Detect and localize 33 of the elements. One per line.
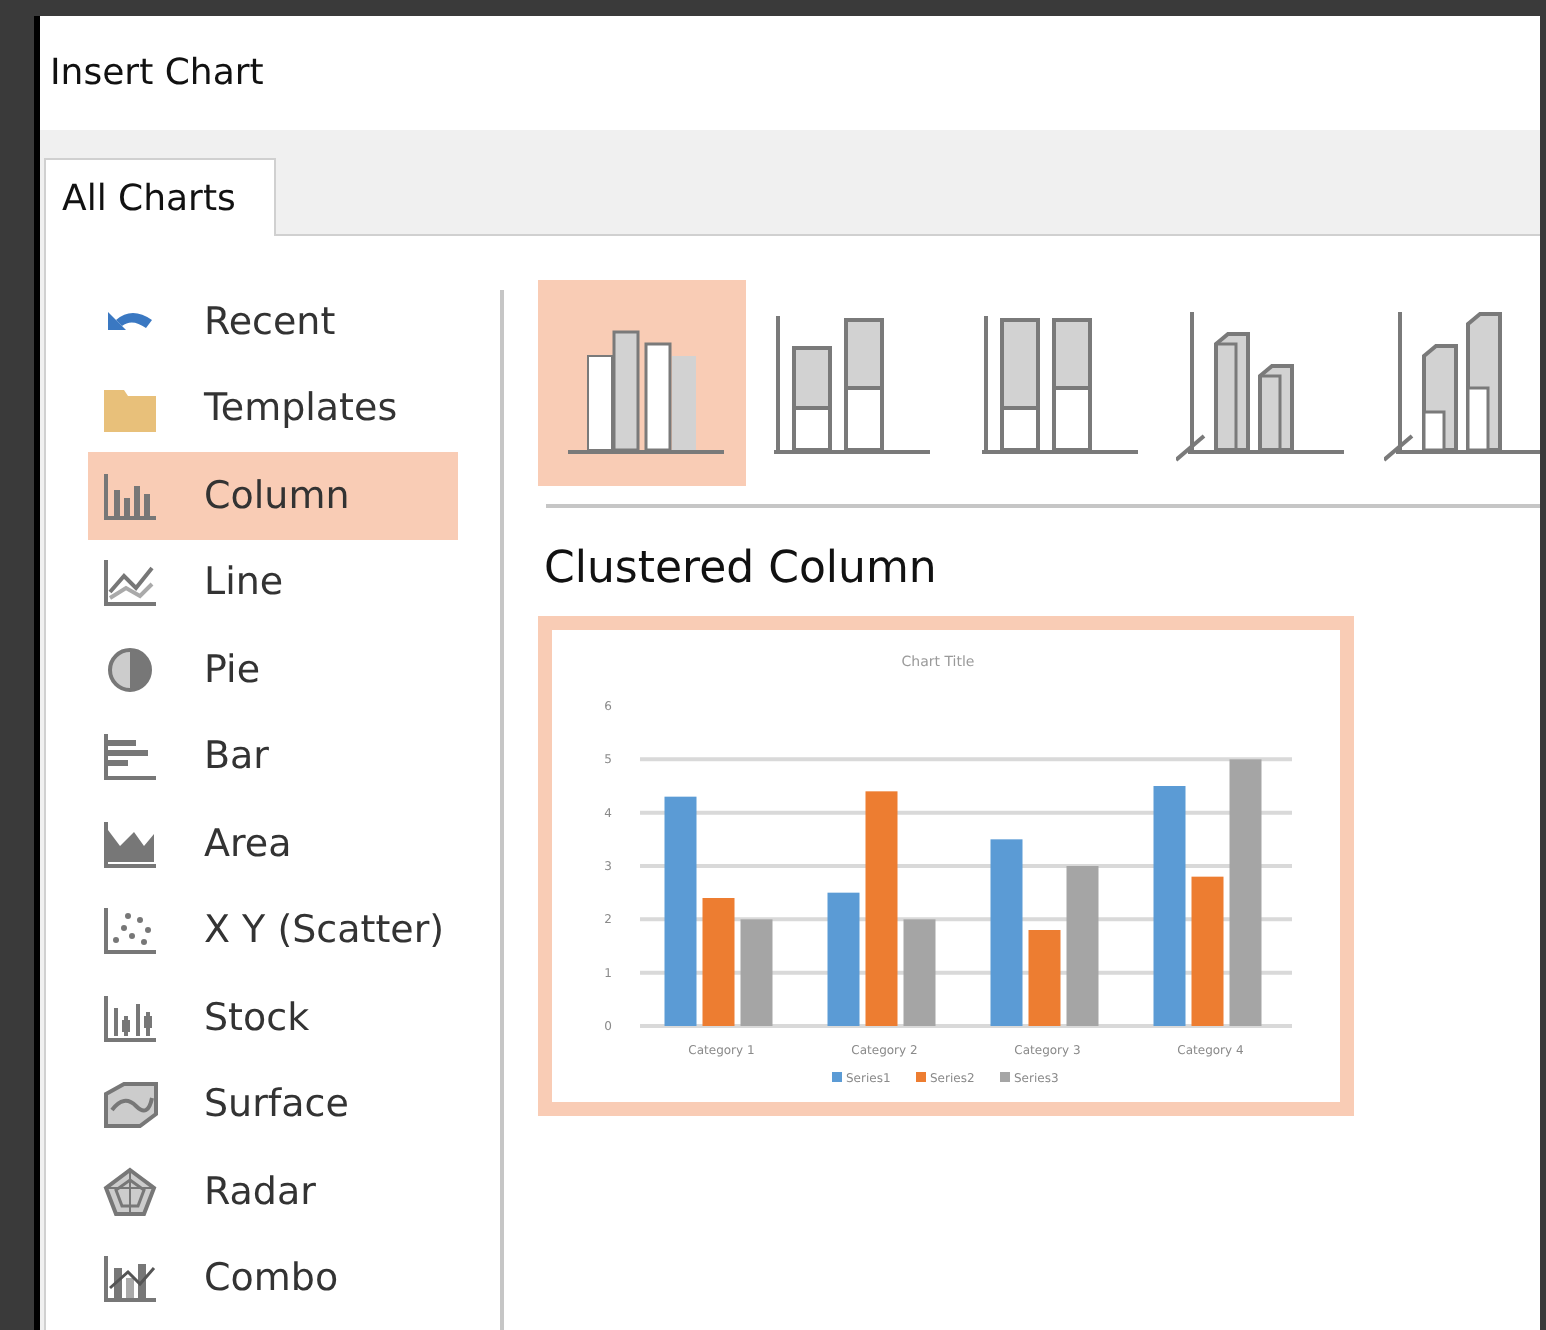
legend-swatch (916, 1072, 926, 1082)
sidebar-item[interactable]: Stock (88, 974, 458, 1061)
sidebar-item[interactable]: X Y (Scatter) (88, 887, 458, 974)
sidebar-item[interactable]: Recent (88, 278, 458, 365)
bar (740, 919, 773, 1026)
scatter-chart-icon (100, 904, 160, 957)
combo-chart-icon (100, 1252, 160, 1305)
chart-type-option[interactable] (538, 280, 745, 486)
sidebar-item[interactable]: Line (88, 539, 458, 626)
chart-subtype-heading: Clustered Column (544, 544, 937, 594)
surface-chart-icon (100, 1078, 160, 1131)
stock-chart-icon (100, 991, 160, 1044)
bar (1028, 930, 1061, 1026)
sidebar-item[interactable]: Bar (88, 713, 458, 800)
line-chart-icon (100, 556, 160, 609)
radar-chart-icon (100, 1165, 160, 1218)
sidebar-item[interactable]: Surface (88, 1061, 458, 1148)
sidebar-item[interactable]: Combo (88, 1235, 458, 1322)
tab[interactable]: All Charts (44, 158, 276, 236)
legend-swatch (1000, 1072, 1010, 1082)
column-chart-icon (100, 469, 160, 522)
bar (702, 898, 735, 1026)
sidebar-item[interactable]: Radar (88, 1148, 458, 1235)
sidebar-item[interactable]: Column (88, 452, 458, 539)
sidebar-item[interactable]: Templates (88, 365, 458, 452)
legend-swatch (832, 1072, 842, 1082)
sidebar-item[interactable]: Pie (88, 626, 458, 713)
bar (827, 892, 860, 1026)
bar-chart-icon (100, 730, 160, 783)
bar (903, 919, 936, 1026)
sidebar-item[interactable]: Area (88, 800, 458, 887)
window-title: Insert Chart (50, 52, 264, 94)
area-chart-icon (100, 817, 160, 870)
